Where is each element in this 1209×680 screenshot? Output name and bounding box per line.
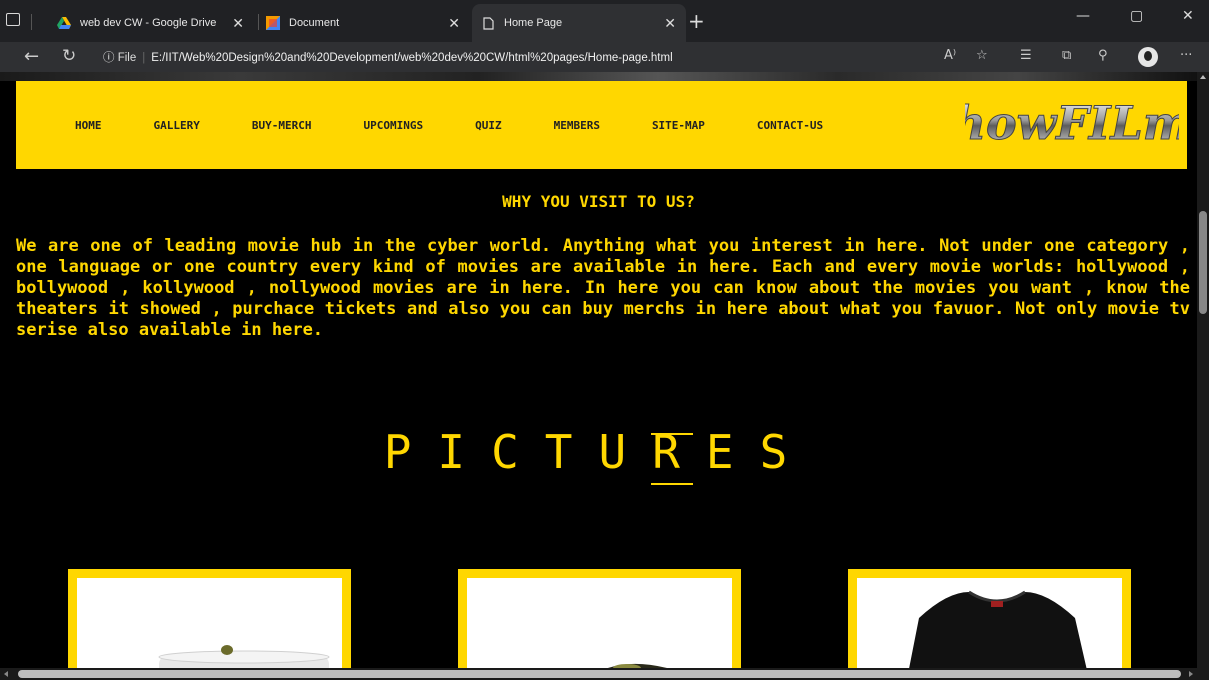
page-viewport: HOME GALLERY BUY-MERCH UPCOMINGS QUIZ ME… bbox=[0, 72, 1197, 668]
site-navbar: HOME GALLERY BUY-MERCH UPCOMINGS QUIZ ME… bbox=[16, 81, 1187, 169]
collections-icon[interactable]: ⧉ bbox=[1062, 48, 1071, 63]
heading-decoration bbox=[651, 433, 693, 435]
pictures-heading: PICTURES bbox=[383, 425, 814, 479]
section-title: WHY YOU VISIT TO US? bbox=[502, 192, 695, 211]
google-drive-icon bbox=[56, 15, 72, 31]
tab-home-page[interactable]: Home Page ✕ bbox=[472, 4, 686, 42]
tab-document[interactable]: Document ✕ bbox=[265, 4, 470, 42]
banner-image bbox=[0, 72, 1197, 81]
tab-actions-icon[interactable] bbox=[6, 13, 20, 26]
tab-title: web dev CW - Google Drive bbox=[80, 17, 217, 29]
document-icon bbox=[265, 15, 281, 31]
heading-decoration bbox=[651, 483, 693, 485]
nav-contact-us[interactable]: CONTACT-US bbox=[757, 119, 823, 132]
card-image-area bbox=[77, 578, 342, 668]
card-image-area bbox=[857, 578, 1122, 668]
nav-members[interactable]: MEMBERS bbox=[554, 119, 600, 132]
nav-links: HOME GALLERY BUY-MERCH UPCOMINGS QUIZ ME… bbox=[75, 119, 823, 132]
site-logo[interactable]: howFILm bbox=[965, 94, 1179, 154]
refresh-icon[interactable]: ↻ bbox=[62, 46, 76, 66]
tab-separator bbox=[31, 14, 32, 30]
extensions-icon[interactable]: ⚲ bbox=[1098, 48, 1108, 63]
nav-upcomings[interactable]: UPCOMINGS bbox=[363, 119, 423, 132]
browser-tab-bar: web dev CW - Google Drive ✕ Document ✕ H… bbox=[0, 0, 1209, 42]
close-tab-icon[interactable]: ✕ bbox=[664, 15, 676, 32]
favorites-list-icon[interactable]: ☰ bbox=[1020, 48, 1032, 63]
minimize-button[interactable]: — bbox=[1076, 8, 1090, 24]
picture-card-cap[interactable] bbox=[458, 569, 741, 668]
nav-site-map[interactable]: SITE-MAP bbox=[652, 119, 705, 132]
scroll-corner bbox=[1197, 668, 1209, 680]
page-icon bbox=[480, 15, 496, 31]
url-scheme-label: File bbox=[117, 52, 137, 64]
nav-home[interactable]: HOME bbox=[75, 119, 102, 132]
tab-title: Document bbox=[289, 17, 340, 29]
cap-image bbox=[608, 663, 667, 668]
logo-text: howFILm bbox=[965, 96, 1179, 150]
horizontal-scrollbar[interactable] bbox=[0, 668, 1197, 680]
tab-title: Home Page bbox=[504, 17, 563, 29]
read-aloud-icon[interactable]: A⁾ bbox=[944, 48, 956, 63]
nav-buy-merch[interactable]: BUY-MERCH bbox=[252, 119, 312, 132]
info-icon[interactable]: ⓘ bbox=[103, 52, 115, 64]
picture-card-mug[interactable] bbox=[68, 569, 351, 668]
restore-button[interactable]: ▢ bbox=[1130, 8, 1143, 24]
scroll-up-arrow-icon[interactable] bbox=[1200, 75, 1206, 79]
tab-separator bbox=[258, 14, 259, 30]
new-tab-button[interactable]: + bbox=[688, 9, 705, 33]
url-text: E:/IIT/Web%20Design%20and%20Development/… bbox=[151, 52, 673, 64]
scroll-right-arrow-icon[interactable] bbox=[1189, 671, 1193, 677]
vertical-scrollbar[interactable] bbox=[1197, 72, 1209, 668]
address-bar: ← ↻ ⓘ File | E:/IIT/Web%20Design%20and%20D… bbox=[0, 42, 1209, 72]
back-arrow-icon[interactable]: ← bbox=[24, 46, 39, 67]
url-field[interactable]: ⓘ File | E:/IIT/Web%20Design%20and%20Devel… bbox=[103, 49, 673, 65]
close-window-button[interactable]: ✕ bbox=[1182, 8, 1194, 24]
profile-avatar[interactable] bbox=[1138, 47, 1158, 67]
nav-quiz[interactable]: QUIZ bbox=[475, 119, 502, 132]
tab-google-drive[interactable]: web dev CW - Google Drive ✕ bbox=[56, 4, 254, 42]
vertical-scroll-thumb[interactable] bbox=[1199, 211, 1207, 314]
horizontal-scroll-thumb[interactable] bbox=[18, 670, 1181, 678]
close-tab-icon[interactable]: ✕ bbox=[232, 15, 244, 32]
about-paragraph: We are one of leading movie hub in the c… bbox=[16, 236, 1190, 340]
mug-image bbox=[158, 645, 330, 668]
tshirt-image bbox=[909, 590, 1087, 668]
nav-gallery[interactable]: GALLERY bbox=[154, 119, 200, 132]
scroll-left-arrow-icon[interactable] bbox=[4, 671, 8, 677]
favorite-star-icon[interactable]: ☆ bbox=[976, 48, 988, 63]
picture-card-tshirt[interactable] bbox=[848, 569, 1131, 668]
close-tab-icon[interactable]: ✕ bbox=[448, 15, 460, 32]
card-image-area bbox=[467, 578, 732, 668]
more-menu-icon[interactable]: ··· bbox=[1180, 48, 1192, 63]
